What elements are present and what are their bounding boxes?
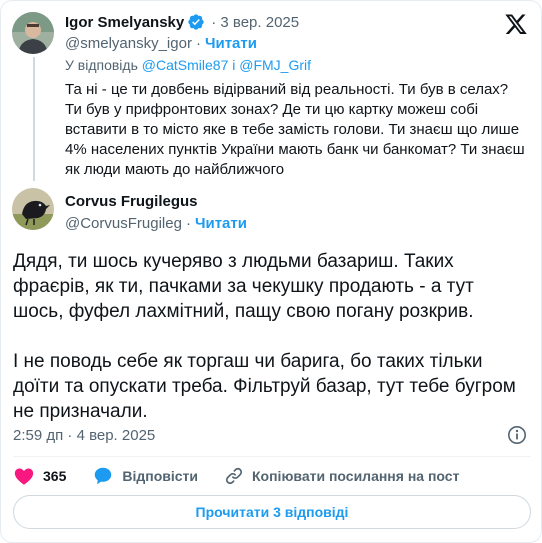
verified-badge-icon xyxy=(187,13,205,31)
copy-link-label: Копіювати посилання на пост xyxy=(252,468,460,484)
reply-prefix: У відповідь xyxy=(65,57,138,73)
avatar-igor[interactable] xyxy=(12,12,54,54)
speech-bubble-icon xyxy=(95,467,112,485)
follow-button-corvus[interactable]: Читати xyxy=(195,215,247,232)
read-replies-button[interactable]: Прочитати 3 відповіді xyxy=(13,495,531,529)
reply-button[interactable]: Відповісти xyxy=(92,465,198,487)
embedded-post-card: Igor Smelyansky · 3 вер. 2025 @smelyansk… xyxy=(0,0,542,543)
main-author-row: Corvus Frugilegus xyxy=(65,193,198,211)
reply-context: У відповідь @CatSmile87 і @FMJ_Grif xyxy=(65,57,311,73)
copy-link-button[interactable]: Копіювати посилання на пост xyxy=(224,466,459,486)
separator-dot: · xyxy=(195,35,201,52)
main-handle-row: @CorvusFrugileg · Читати xyxy=(65,215,247,232)
heart-icon xyxy=(14,468,34,485)
post-timestamp[interactable]: 2:59 дп · 4 вер. 2025 xyxy=(13,427,155,444)
quoted-author-handle[interactable]: @smelyansky_igor xyxy=(65,35,192,52)
link-icon xyxy=(225,467,243,485)
action-bar: 365 Відповісти Копіювати посилання на по… xyxy=(13,464,485,488)
quoted-author-name[interactable]: Igor Smelyansky xyxy=(65,14,184,31)
quoted-date[interactable]: · 3 вер. 2025 xyxy=(211,14,299,31)
main-author-handle[interactable]: @CorvusFrugileg xyxy=(65,215,182,232)
reply-mentions[interactable]: @CatSmile87 і @FMJ_Grif xyxy=(142,57,311,73)
separator-dot: · xyxy=(185,215,191,232)
follow-button-igor[interactable]: Читати xyxy=(205,35,257,52)
like-button[interactable]: 365 xyxy=(13,465,66,487)
like-count: 365 xyxy=(43,468,67,484)
divider xyxy=(13,456,531,457)
avatar-corvus[interactable] xyxy=(12,188,54,230)
quoted-header-row: Igor Smelyansky · 3 вер. 2025 xyxy=(65,13,299,31)
quoted-handle-row: @smelyansky_igor · Читати xyxy=(65,35,257,52)
x-logo-icon[interactable] xyxy=(504,12,528,36)
main-post-text: Дядя, ти шось кучеряво з людьми базариш.… xyxy=(13,251,516,422)
quoted-post-text: Та ні - це ти довбень відірваний від реа… xyxy=(65,81,529,178)
main-author-name[interactable]: Corvus Frugilegus xyxy=(65,193,198,210)
info-icon[interactable] xyxy=(507,425,527,445)
reply-label: Відповісти xyxy=(122,468,198,484)
thread-connector-line xyxy=(33,57,35,181)
